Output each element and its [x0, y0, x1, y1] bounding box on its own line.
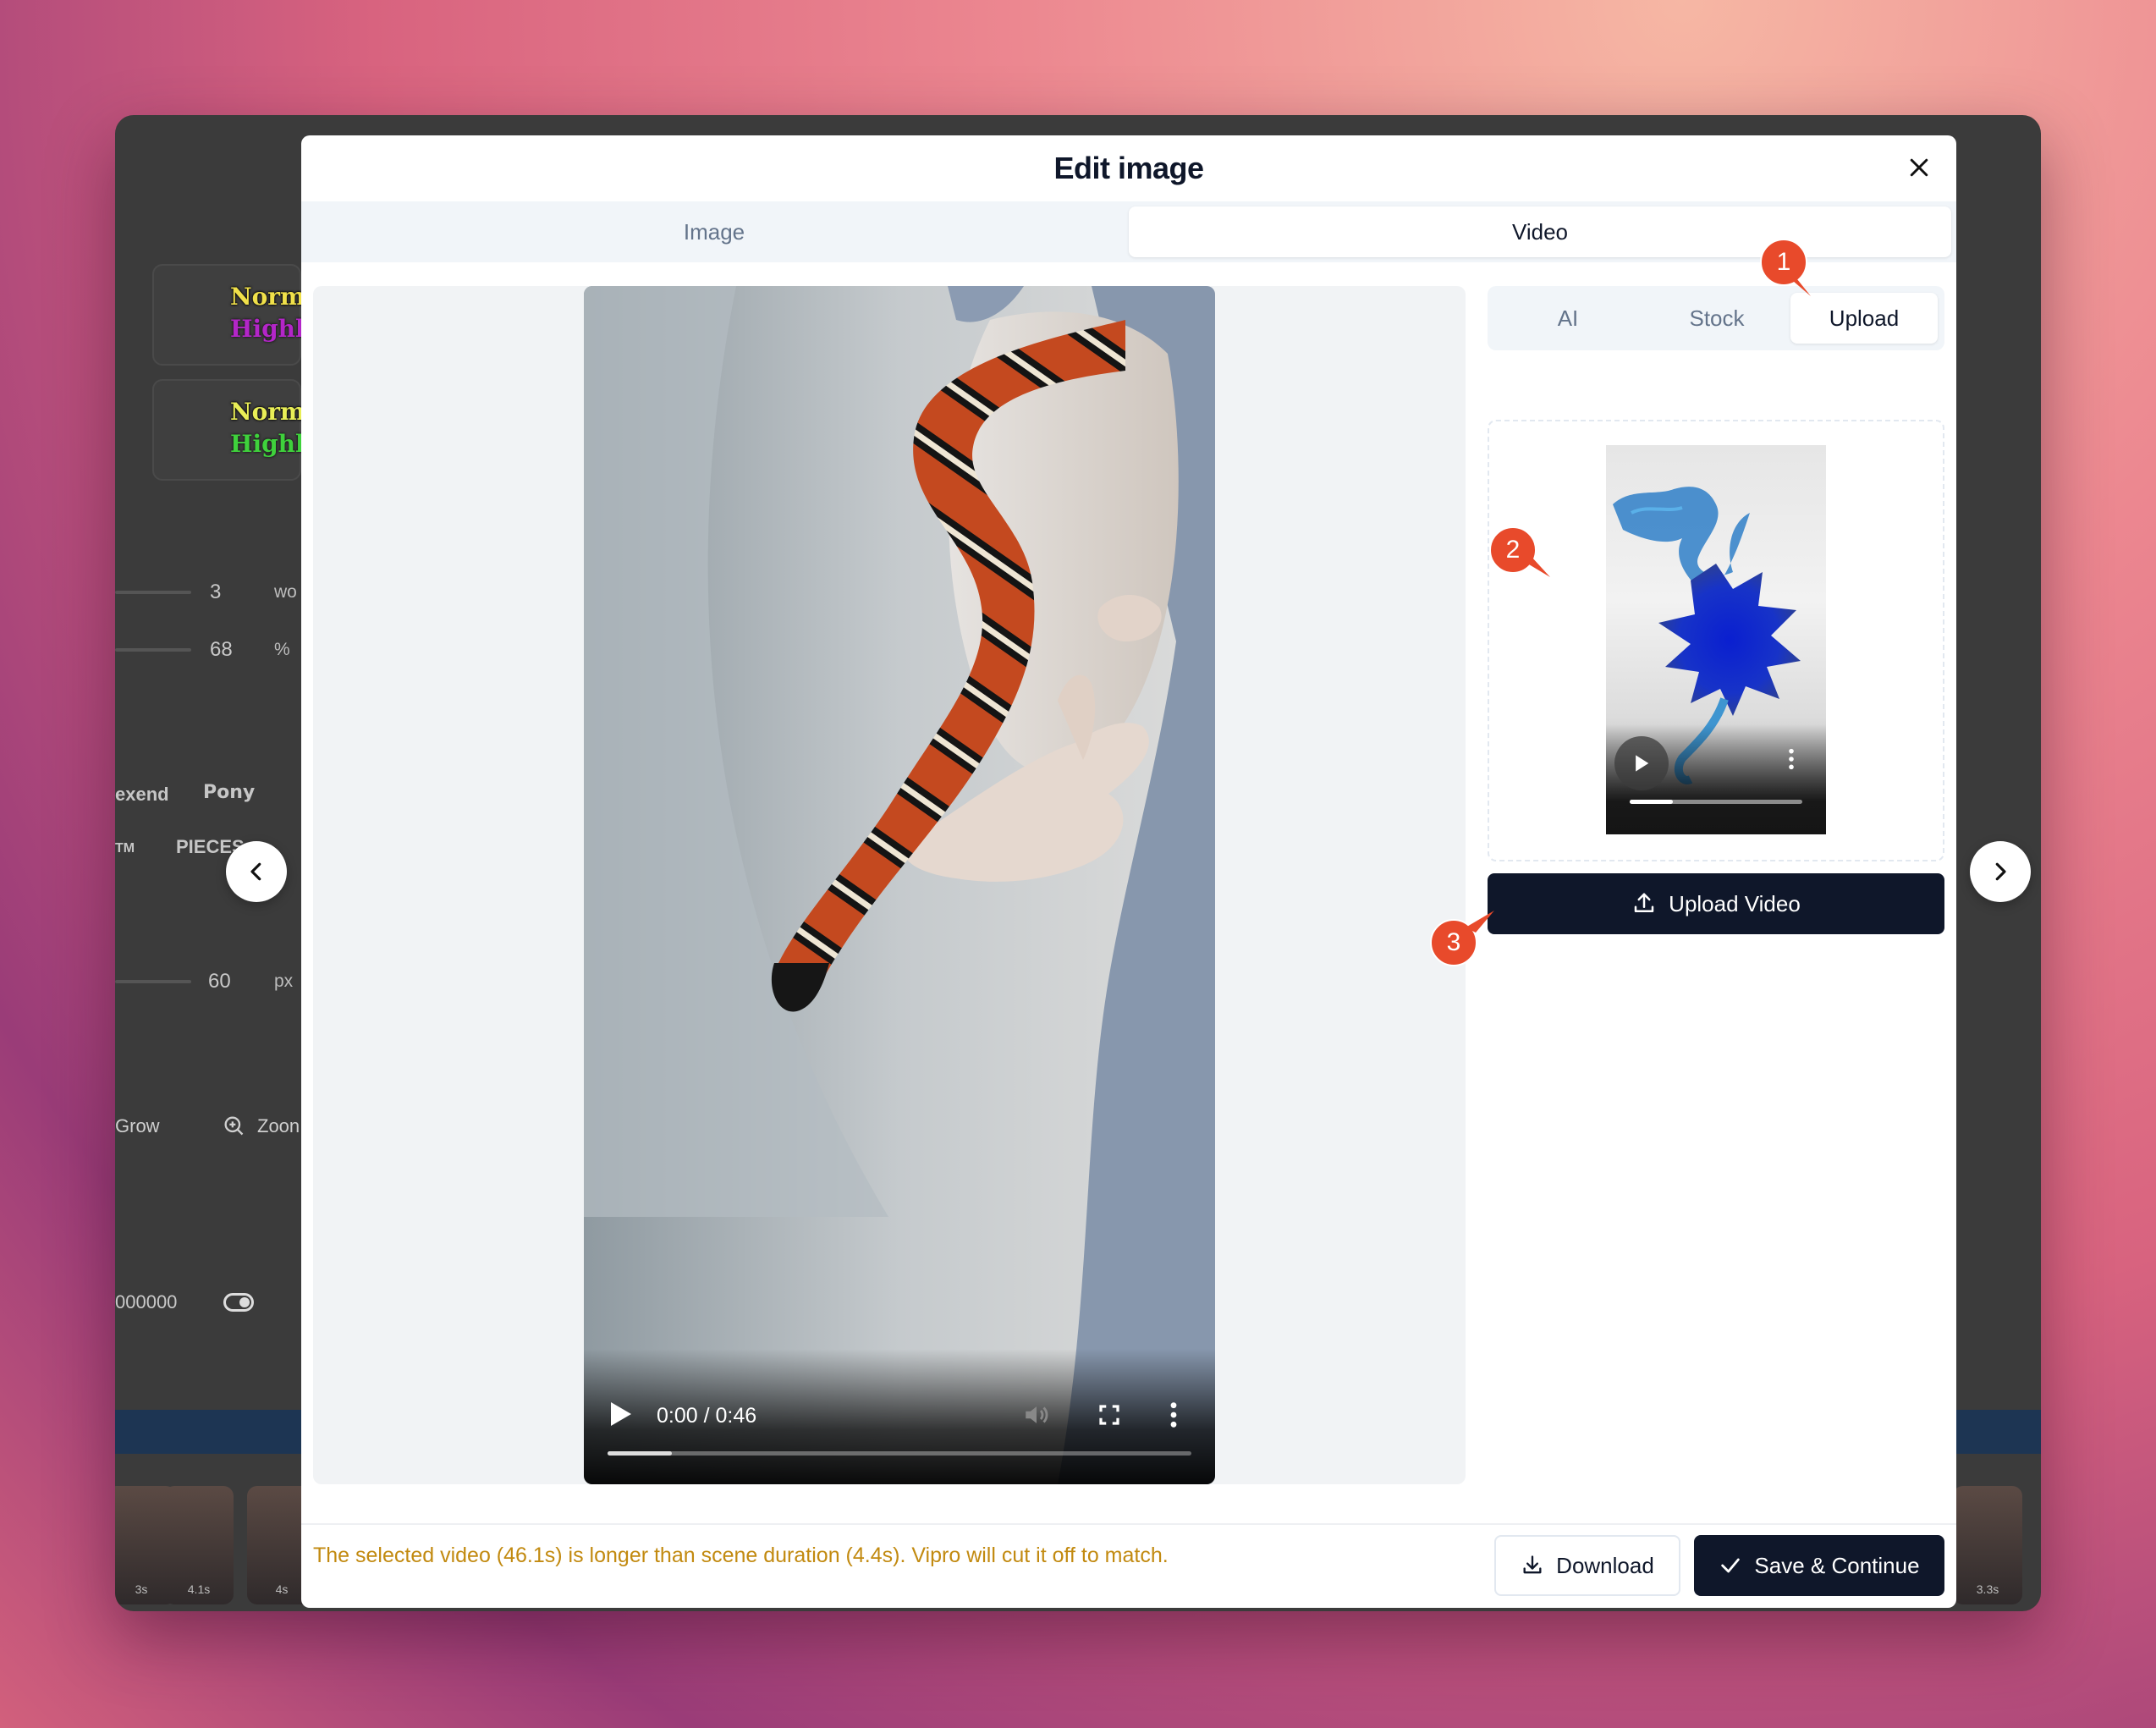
download-icon: [1523, 1555, 1542, 1574]
upload-icon: [1634, 893, 1654, 912]
modal-title: Edit image: [1053, 151, 1204, 185]
uploaded-video-progress-bar[interactable]: [1630, 800, 1802, 804]
font-style-card[interactable]: Normal Highlight: [152, 264, 358, 366]
more-options-icon[interactable]: [1168, 1401, 1180, 1434]
tab-stock[interactable]: Stock: [1643, 293, 1790, 344]
play-icon: [1636, 755, 1649, 772]
font-style-card[interactable]: Normal Highlight: [152, 379, 358, 481]
more-options-icon[interactable]: [1787, 747, 1796, 775]
duration-warning: The selected video (46.1s) is longer tha…: [313, 1544, 1169, 1567]
edit-image-modal: Edit image Image Video 0:00 / 0:46 AI St…: [301, 135, 1956, 1608]
words-slider[interactable]: [115, 591, 191, 594]
uploaded-video-controls: [1606, 724, 1826, 834]
zoom-icon: [222, 1114, 245, 1142]
font-option[interactable]: Pony: [203, 782, 255, 803]
next-arrow-button[interactable]: [1970, 841, 2031, 902]
tab-upload[interactable]: Upload: [1790, 293, 1938, 344]
scene-thumbnail[interactable]: 4.1s: [164, 1486, 234, 1604]
volume-icon[interactable]: [1022, 1401, 1051, 1434]
tab-video[interactable]: Video: [1129, 206, 1951, 257]
video-frame-image: [584, 286, 1215, 1484]
video-preview-area: 0:00 / 0:46: [313, 286, 1466, 1484]
step-badge-3: 3: [1430, 911, 1494, 966]
tab-ai[interactable]: AI: [1494, 293, 1642, 344]
video-controls: 0:00 / 0:46: [584, 1349, 1215, 1484]
chevron-right-icon: [1995, 862, 2006, 881]
close-icon: [1910, 158, 1928, 177]
size-slider[interactable]: [115, 980, 191, 983]
animation-zoom[interactable]: Zoon: [257, 1115, 300, 1137]
fullscreen-icon[interactable]: [1097, 1402, 1122, 1432]
percent-unit: %: [274, 640, 290, 659]
scene-thumbnail[interactable]: 3.3s: [1953, 1486, 2022, 1604]
color-value[interactable]: 000000: [115, 1291, 177, 1313]
uploaded-video-progress-fill: [1630, 800, 1673, 804]
download-button[interactable]: Download: [1494, 1535, 1680, 1596]
step-badge-1: 1: [1760, 239, 1811, 296]
words-value: 3: [210, 581, 222, 603]
uploaded-video-player[interactable]: [1606, 445, 1826, 834]
video-progress-fill: [608, 1451, 672, 1456]
step-badge-2: 2: [1489, 526, 1550, 577]
download-label: Download: [1556, 1552, 1654, 1578]
modal-footer: The selected video (46.1s) is longer tha…: [301, 1523, 1956, 1608]
words-unit: wo: [274, 582, 297, 602]
upload-video-button[interactable]: Upload Video: [1488, 873, 1944, 934]
video-time: 0:00 / 0:46: [657, 1404, 757, 1428]
check-icon: [1721, 1558, 1741, 1573]
percent-value: 68: [210, 638, 233, 661]
video-source-tabs: AI Stock Upload: [1488, 286, 1944, 350]
upload-video-label: Upload Video: [1669, 890, 1801, 916]
video-progress-bar[interactable]: [608, 1451, 1191, 1456]
percent-slider[interactable]: [115, 648, 191, 652]
size-value: 60: [208, 970, 231, 993]
tab-image[interactable]: Image: [306, 206, 1122, 257]
media-type-tabs: Image Video: [301, 201, 1956, 262]
play-button[interactable]: [1614, 736, 1669, 790]
video-player[interactable]: 0:00 / 0:46: [584, 286, 1215, 1484]
animation-grow[interactable]: Grow: [115, 1115, 160, 1137]
toggle-switch[interactable]: [223, 1293, 254, 1312]
save-and-continue-label: Save & Continue: [1754, 1552, 1920, 1578]
size-unit: px: [274, 971, 294, 991]
close-button[interactable]: [1899, 147, 1939, 188]
font-option[interactable]: exend: [115, 784, 169, 806]
uploaded-video-preview: [1488, 420, 1944, 861]
font-option[interactable]: TM: [115, 841, 135, 856]
chevron-left-icon: [250, 862, 261, 881]
previous-arrow-button[interactable]: [226, 841, 287, 902]
save-and-continue-button[interactable]: Save & Continue: [1694, 1535, 1944, 1596]
play-icon[interactable]: [609, 1401, 633, 1432]
